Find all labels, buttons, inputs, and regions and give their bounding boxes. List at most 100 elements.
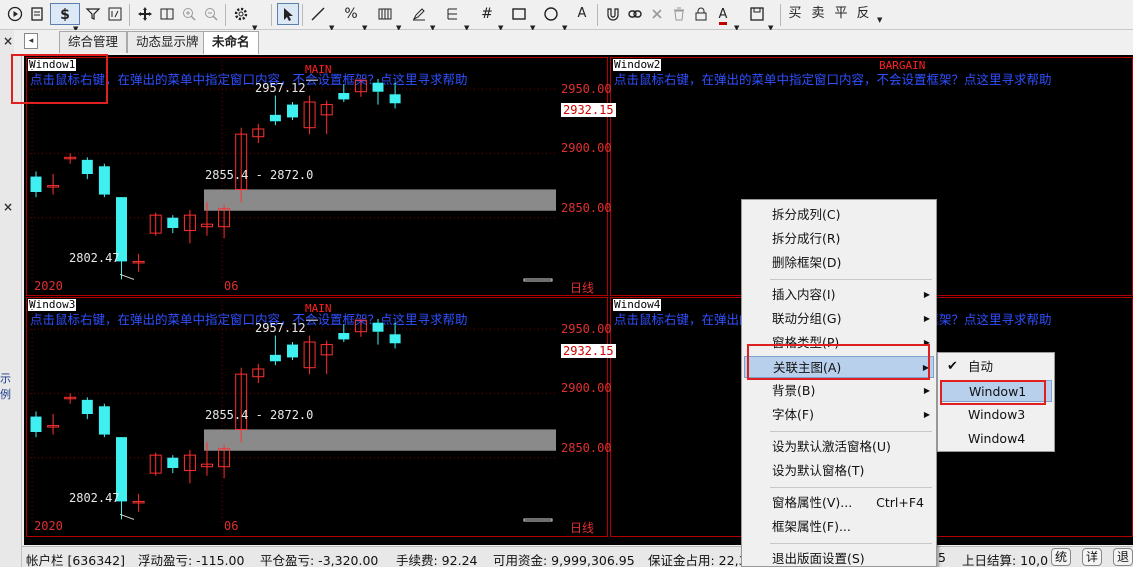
magnet-icon[interactable]: [602, 3, 624, 25]
candle-body: [338, 333, 350, 340]
chart-area: Window1 MAIN 点击鼠标右键，在弹出的菜单中指定窗口内容，不会设置框架…: [24, 55, 1133, 545]
menu-item[interactable]: 联动分组(G) ▶: [744, 308, 934, 330]
pointer-icon[interactable]: [277, 3, 299, 25]
link-icon[interactable]: [624, 3, 646, 25]
y-tick-label: 2950.00: [561, 82, 612, 96]
back-button[interactable]: 退: [1113, 548, 1133, 566]
zoom-reset-icon[interactable]: [156, 3, 178, 25]
zoom-in-icon[interactable]: [178, 3, 200, 25]
highlight-box: [11, 54, 108, 104]
submenu-item[interactable]: Window3: [940, 404, 1052, 426]
submenu-arrow-icon: ▶: [923, 410, 930, 419]
save-icon[interactable]: ▼: [746, 3, 776, 32]
menu-item[interactable]: 设为默认窗格(T): [744, 460, 934, 482]
menu-item[interactable]: 拆分成列(C): [744, 204, 934, 226]
menu-item[interactable]: 删除框架(D): [744, 252, 934, 274]
delete-icon[interactable]: [668, 3, 690, 25]
range-label: 2855.4 - 2872.0: [205, 408, 314, 422]
candle-body: [372, 82, 384, 92]
close-icon[interactable]: ×: [3, 34, 13, 48]
menu-item[interactable]: 退出版面设置(S): [744, 548, 934, 567]
doc-icon[interactable]: [26, 3, 48, 25]
detail-button[interactable]: 详: [1082, 548, 1103, 566]
menu-item-label: 拆分成列(C): [772, 207, 841, 222]
menu-item-label: 联动分组(G): [772, 311, 842, 326]
candle-body: [372, 322, 384, 332]
number-icon[interactable]: [104, 3, 126, 25]
menu-item[interactable]: 框架属性(F)...: [744, 516, 934, 538]
menu-separator: [770, 487, 932, 488]
candle-body: [98, 406, 110, 435]
menu-item[interactable]: 背景(B) ▶: [744, 380, 934, 402]
dollar-button[interactable]: $ ▼: [50, 3, 80, 33]
menu-item[interactable]: 字体(F) ▶: [744, 404, 934, 426]
period-label: 日线: [570, 281, 595, 295]
pen-icon[interactable]: ▼: [408, 3, 438, 32]
high-label: 2957.12: [255, 321, 306, 335]
low-pointer: [119, 513, 135, 520]
menu-item-label: 背景(B): [772, 383, 816, 398]
lock-icon[interactable]: [690, 3, 712, 25]
y-tick-label: 2900.00: [561, 381, 612, 395]
tab-dynamic-board[interactable]: 动态显示牌: [127, 31, 208, 53]
color-icon[interactable]: A ▼: [712, 3, 742, 32]
move-icon[interactable]: [134, 3, 156, 25]
last-price-marker: 2932.15: [561, 344, 616, 358]
y-tick-label: 2900.00: [561, 141, 612, 155]
play-icon[interactable]: [4, 3, 26, 25]
submenu-arrow-icon: ▶: [923, 386, 930, 395]
sell-button[interactable]: 卖: [808, 3, 828, 25]
grid-icon[interactable]: # ▼: [476, 3, 506, 32]
candle-body: [287, 344, 298, 358]
menu-item-label: 设为默认窗格(T): [772, 463, 865, 478]
toolbar: $ ▼ ▼ ▼ % ▼ ▼ ▼ ▼ # ▼ ▼ ▼ A A ▼ ▼ 买 卖 平 …: [0, 0, 1133, 33]
chevron-down-icon[interactable]: ▼: [877, 16, 882, 24]
y-tick-label: 2950.00: [561, 322, 612, 336]
tab-scroll-left-icon[interactable]: ◂: [24, 33, 38, 49]
menu-item[interactable]: 拆分成行(R): [744, 228, 934, 250]
text-icon[interactable]: A: [572, 3, 592, 25]
toolbar-separator: [302, 4, 303, 26]
submenu-item[interactable]: ✔ 自动: [940, 356, 1052, 378]
zoom-out-icon[interactable]: [200, 3, 222, 25]
percent-icon[interactable]: % ▼: [340, 3, 370, 32]
menu-item-label: 设为默认激活窗格(U): [772, 439, 891, 454]
close-icon[interactable]: [646, 3, 668, 25]
app-window: $ ▼ ▼ ▼ % ▼ ▼ ▼ ▼ # ▼ ▼ ▼ A A ▼ ▼ 买 卖 平 …: [0, 0, 1133, 567]
help-hint-link[interactable]: 点击鼠标右键，在弹出的菜单中指定窗口内容，不会设置框架？点这里寻求帮助: [614, 69, 1052, 88]
close-icon[interactable]: ×: [3, 200, 13, 214]
toolbar-separator: [271, 4, 272, 26]
tab-overview[interactable]: 综合管理: [59, 31, 128, 53]
toolbar-separator: [225, 4, 226, 26]
candle-body: [30, 416, 42, 432]
rect-icon[interactable]: ▼: [508, 3, 538, 32]
menu-item[interactable]: 设为默认激活窗格(U): [744, 436, 934, 458]
menu-item[interactable]: 窗格属性(V)... Ctrl+F4: [744, 492, 934, 514]
menu-item[interactable]: 插入内容(I) ▶: [744, 284, 934, 306]
menu-item-label: 删除框架(D): [772, 255, 842, 270]
close-pl: 平仓盈亏: -3,320.00: [260, 553, 379, 567]
bars-icon[interactable]: ▼: [374, 3, 404, 32]
menu-item-label: 插入内容(I): [772, 287, 836, 302]
highlight-box: [940, 380, 1046, 405]
candle-body: [30, 176, 42, 192]
context-menu: 拆分成列(C) 拆分成行(R) 删除框架(D) 插入内容(I) ▶ 联动分组(G) ▶ 窗格类…: [741, 199, 937, 567]
flat-button[interactable]: 平: [831, 3, 851, 25]
submenu-item[interactable]: Window4: [940, 428, 1052, 450]
submenu-arrow-icon: ▶: [923, 314, 930, 323]
menu-separator: [770, 431, 932, 432]
dollar-icon: $: [60, 7, 70, 23]
reverse-button[interactable]: 反: [853, 3, 873, 25]
candle-body: [389, 334, 401, 344]
filter-icon[interactable]: [82, 3, 104, 25]
candle-body: [389, 94, 401, 104]
parallel-icon[interactable]: ▼: [442, 3, 472, 32]
stat-button[interactable]: 统: [1051, 548, 1072, 566]
ellipse-icon[interactable]: ▼: [540, 3, 570, 32]
menu-separator: [770, 543, 932, 544]
line-icon[interactable]: ▼: [307, 3, 337, 32]
toolbar-separator: [597, 4, 598, 26]
tab-untitled[interactable]: 未命名: [203, 31, 259, 54]
gear-icon[interactable]: ▼: [230, 3, 260, 32]
buy-button[interactable]: 买: [785, 3, 805, 25]
